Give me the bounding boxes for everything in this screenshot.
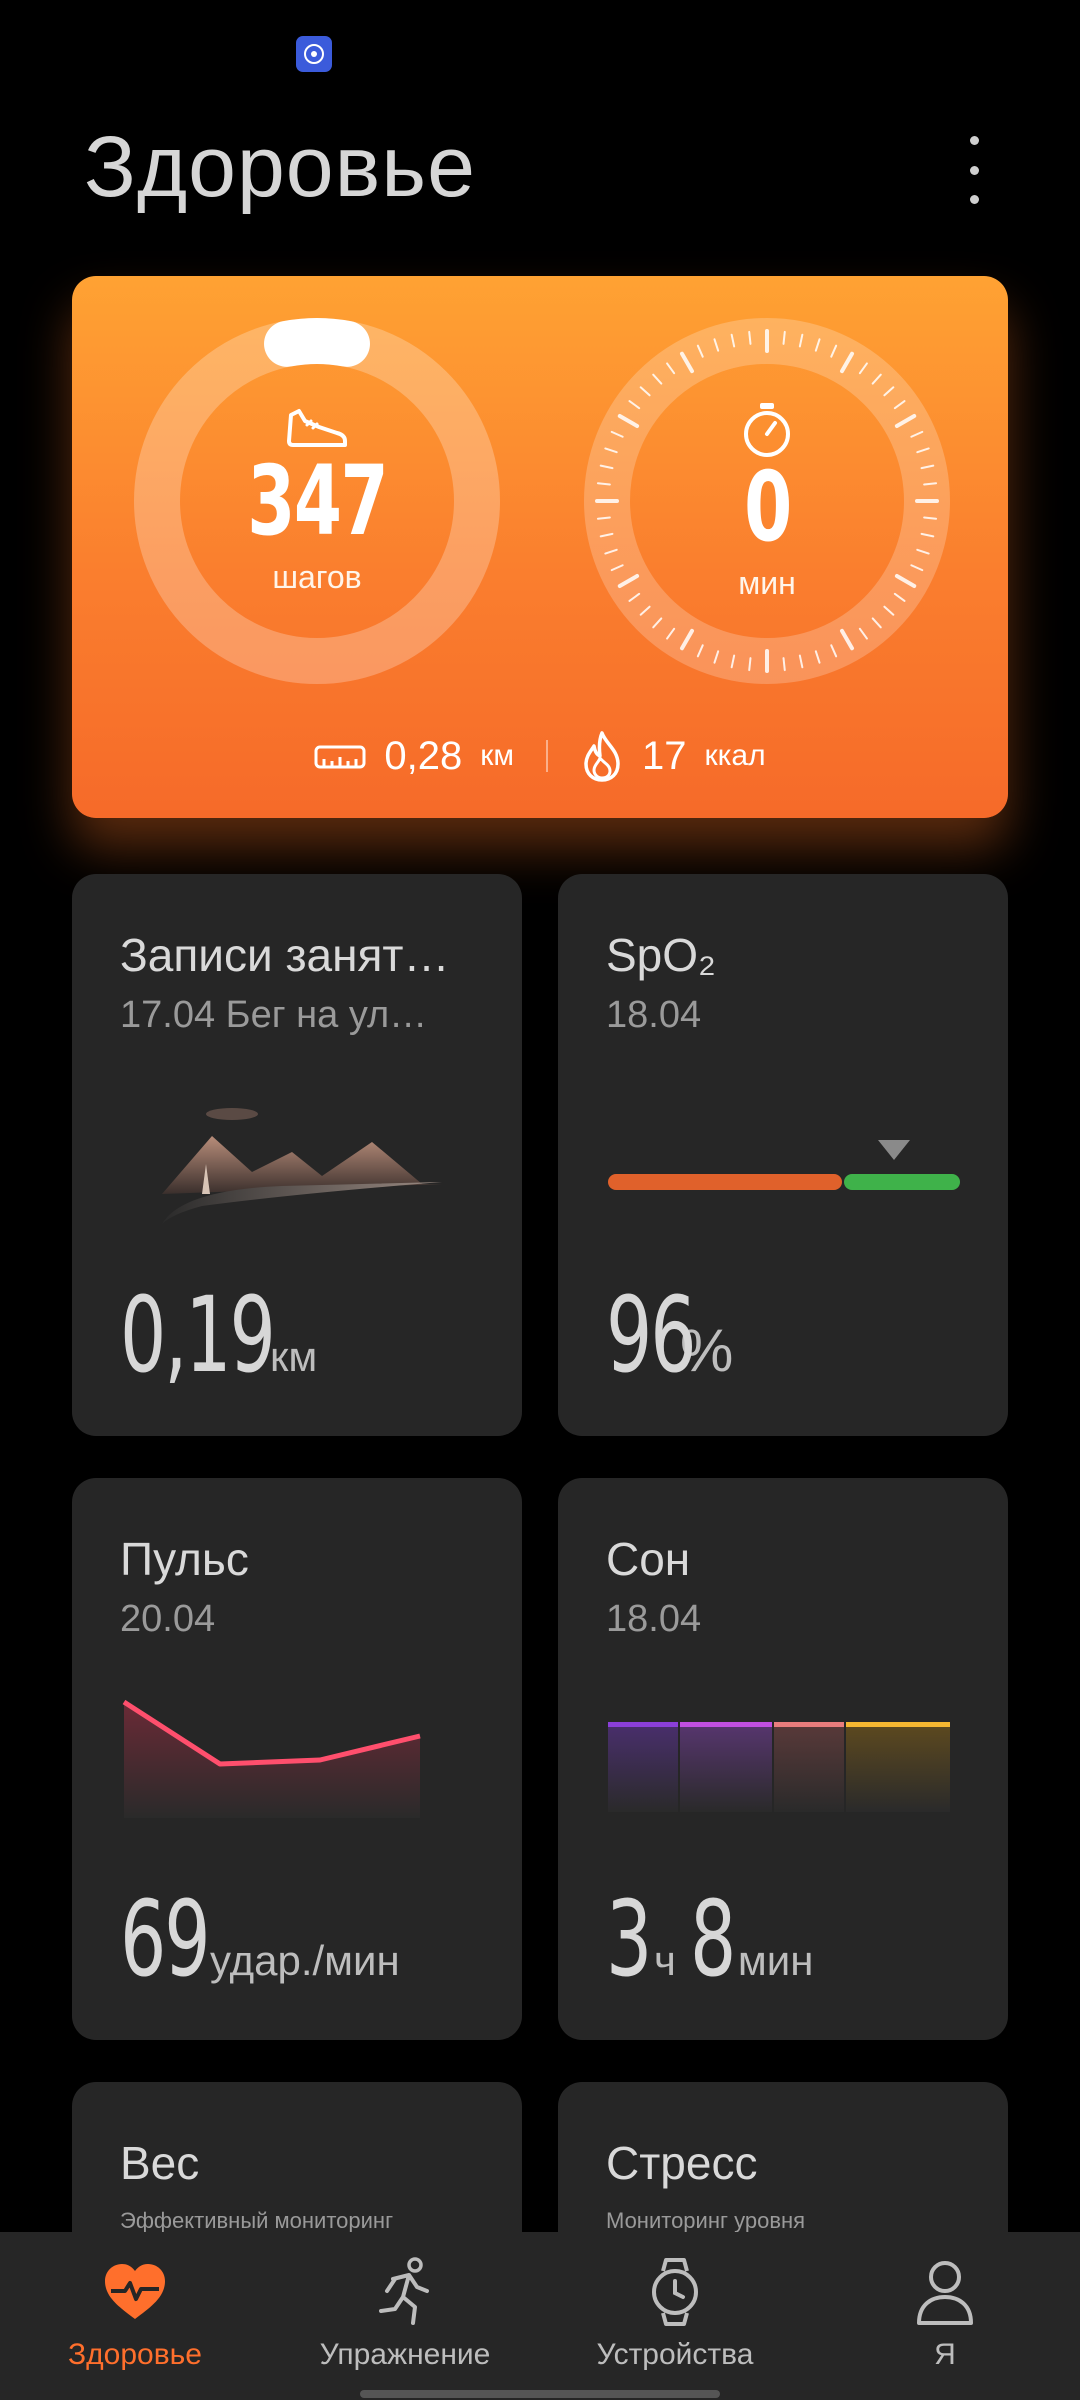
steps-count: 347 xyxy=(247,444,388,557)
more-options-button[interactable] xyxy=(944,130,1004,210)
nav-tab-me[interactable]: Я xyxy=(810,2232,1080,2400)
nav-label: Здоровье xyxy=(68,2338,202,2371)
stats-divider xyxy=(546,740,548,772)
more-dot xyxy=(969,165,979,175)
distance-value: 0,19 xyxy=(120,1274,276,1396)
running-person-icon xyxy=(369,2256,441,2328)
card-value-row: 69 удар./мин xyxy=(120,1884,400,1994)
card-title: Вес xyxy=(120,2137,200,2189)
card-subtitle: Эффективный мониторинг xyxy=(120,2208,394,2233)
spo2-range-bar xyxy=(608,1140,960,1190)
heart-rate-unit: удар./мин xyxy=(210,1937,400,1984)
workout-records-card[interactable]: Записи занят… 17.04 Бег на ул… 0,19 км xyxy=(72,874,522,1436)
activity-summary-card[interactable]: 347 шагов 0 мин 0,28 км 17 ккал xyxy=(72,276,1008,818)
card-title: Записи занят… xyxy=(120,929,450,981)
heart-rate-value: 69 xyxy=(120,1878,211,2000)
sleep-stages-bar xyxy=(608,1722,950,1812)
card-subtitle: Мониторинг уровня xyxy=(606,2208,806,2233)
app-notification-icon xyxy=(296,36,332,72)
card-value-row: 96 % xyxy=(606,1280,733,1390)
more-dot xyxy=(969,136,979,145)
sleep-minutes: 8 xyxy=(689,1878,736,2000)
card-value-row: 0,19 км xyxy=(120,1280,317,1390)
calories-value: 17 xyxy=(642,733,687,778)
distance-value: 0,28 xyxy=(384,733,463,778)
active-time-ring: 0 мин xyxy=(582,316,952,686)
nav-tab-health[interactable]: Здоровье xyxy=(0,2232,270,2400)
more-dot xyxy=(969,195,979,204)
nav-tab-devices[interactable]: Устройства xyxy=(540,2232,810,2400)
card-subtitle: 18.04 xyxy=(606,994,702,1036)
sleep-hours-unit: ч xyxy=(654,1937,676,1984)
active-minutes-count: 0 xyxy=(743,450,792,563)
card-subtitle: 17.04 Бег на ул… xyxy=(120,994,428,1036)
sleep-card[interactable]: Сон 18.04 3 ч 8 мин xyxy=(558,1478,1008,2040)
nav-label: Устройства xyxy=(596,2338,754,2371)
card-title: Пульс xyxy=(120,1533,249,1585)
sleep-hours: 3 xyxy=(606,1878,652,2000)
card-title: Сон xyxy=(606,1533,691,1585)
card-value-row: 3 ч 8 мин xyxy=(606,1884,813,1994)
spo2-value: 96 xyxy=(606,1274,697,1396)
bottom-navigation: Здоровье Упражнение Устройства Я xyxy=(0,2232,1080,2400)
activity-stats-row: 0,28 км 17 ккал xyxy=(72,726,1008,786)
flame-icon xyxy=(584,731,620,782)
person-icon xyxy=(909,2256,981,2328)
distance-unit: км xyxy=(480,739,514,772)
page-title: Здоровье xyxy=(84,119,476,215)
distance-unit: км xyxy=(270,1333,318,1380)
card-title: SpO₂ xyxy=(606,929,716,981)
nav-tab-exercise[interactable]: Упражнение xyxy=(270,2232,540,2400)
heart-rate-card[interactable]: Пульс 20.04 69 удар./мин xyxy=(72,1478,522,2040)
sleep-minutes-unit: мин xyxy=(737,1937,814,1984)
spo2-card[interactable]: SpO₂ 18.04 96 % xyxy=(558,874,1008,1436)
card-title: Стресс xyxy=(606,2137,758,2189)
heart-pulse-icon xyxy=(99,2256,171,2328)
active-minutes-unit: мин xyxy=(738,564,796,601)
card-subtitle: 18.04 xyxy=(606,1598,702,1640)
watch-icon xyxy=(639,2256,711,2328)
ruler-icon xyxy=(314,745,366,769)
heart-rate-sparkline xyxy=(122,1699,421,1818)
nav-label: Упражнение xyxy=(319,2338,491,2371)
card-subtitle: 20.04 xyxy=(120,1598,216,1640)
nav-label: Я xyxy=(934,2338,956,2371)
landscape-illustration xyxy=(162,1108,442,1224)
steps-unit: шагов xyxy=(272,558,362,595)
calories-unit: ккал xyxy=(704,739,766,772)
home-indicator[interactable] xyxy=(360,2390,720,2398)
steps-ring: 347 шагов xyxy=(132,316,502,686)
